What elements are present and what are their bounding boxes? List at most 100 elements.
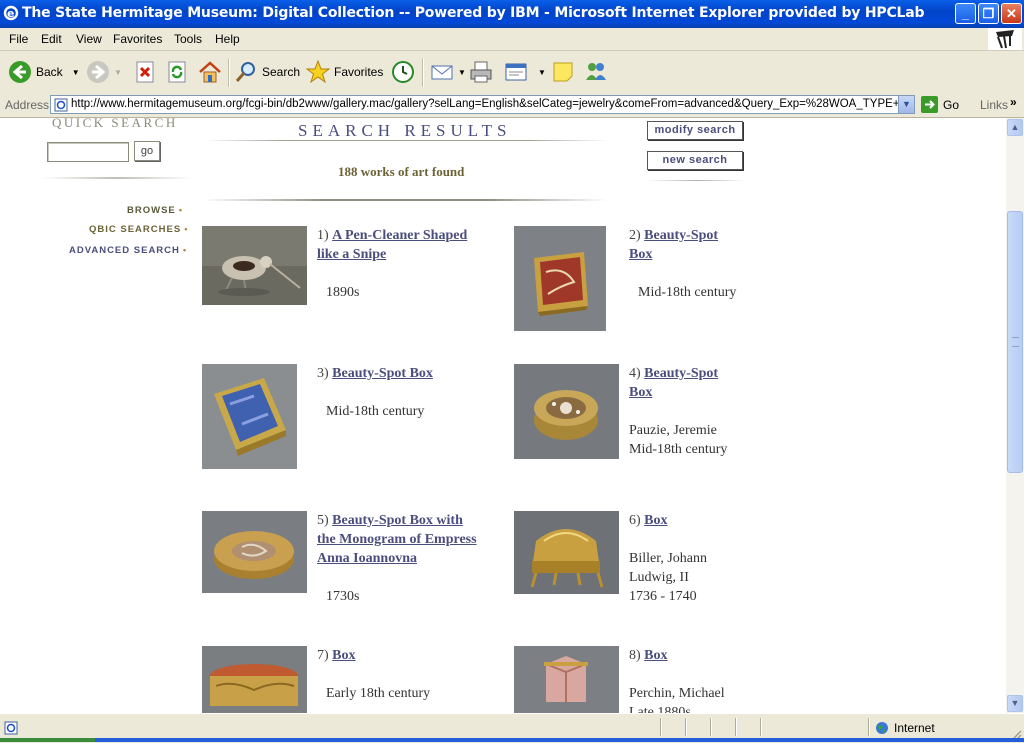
ie-logo-icon: e [3, 5, 19, 21]
result-date: 1736 - 1740 [629, 589, 697, 604]
go-button[interactable]: Go [921, 96, 959, 113]
search-icon [235, 62, 255, 82]
result-title-link[interactable]: Beauty-Spot Box with the Monogram of Emp… [317, 513, 477, 566]
forward-dropdown-icon[interactable]: ▼ [114, 68, 122, 77]
mail-button[interactable]: ▼ [430, 59, 466, 85]
result-number: 1) [317, 228, 329, 243]
back-label: Back [36, 65, 63, 79]
result-title-link[interactable]: Box [644, 513, 667, 528]
minimize-button[interactable]: _ [955, 3, 976, 24]
quick-search-go-button[interactable]: go [134, 141, 160, 161]
discuss-button[interactable] [551, 59, 579, 85]
address-url: http://www.hermitagemuseum.org/fcgi-bin/… [71, 98, 915, 110]
status-divider [735, 718, 737, 736]
result-title-link[interactable]: Beauty-Spot Box [629, 228, 718, 262]
address-input[interactable]: http://www.hermitagemuseum.org/fcgi-bin/… [50, 95, 915, 114]
print-button[interactable] [469, 59, 497, 85]
result-thumbnail-beauty-spot-box-2[interactable] [514, 226, 606, 331]
refresh-icon [168, 61, 186, 83]
result-title-link[interactable]: Beauty-Spot Box [629, 366, 718, 400]
messenger-button[interactable] [584, 59, 612, 85]
security-zone[interactable]: Internet [875, 721, 935, 735]
result-item-6: 6) Box Biller, Johann Ludwig, II 1736 - … [629, 511, 739, 606]
address-label: Address [5, 98, 50, 112]
sticky-note-icon [553, 62, 573, 82]
result-thumbnail-box-6[interactable] [514, 511, 619, 594]
results-count: 188 works of art found [338, 164, 465, 179]
result-thumbnail-box-8[interactable] [514, 646, 619, 713]
edit-button[interactable]: ▼ [504, 59, 546, 85]
result-title-link[interactable]: Beauty-Spot Box [332, 366, 433, 381]
nav-qbic-label: QBIC SEARCHES [89, 224, 182, 235]
result-thumbnail-beauty-spot-box-5[interactable] [202, 511, 307, 593]
menu-file[interactable]: File [9, 32, 28, 46]
result-title-link[interactable]: Box [644, 648, 667, 663]
scroll-thumb[interactable] [1007, 211, 1023, 473]
scroll-up-button[interactable]: ▲ [1007, 119, 1023, 136]
mail-dropdown-icon[interactable]: ▼ [458, 68, 466, 77]
menu-help[interactable]: Help [215, 32, 240, 46]
print-icon [470, 61, 492, 83]
result-item-1: 1) A Pen-Cleaner Shaped like a Snipe 189… [317, 226, 477, 302]
close-button[interactable]: ✕ [1001, 3, 1022, 24]
result-thumbnail-snipe[interactable] [202, 226, 307, 305]
result-number: 5) [317, 513, 329, 528]
favorites-label: Favorites [334, 65, 384, 79]
history-button[interactable] [391, 59, 419, 85]
scroll-down-button[interactable]: ▼ [1007, 695, 1023, 712]
home-button[interactable] [198, 59, 226, 85]
menu-edit[interactable]: Edit [41, 32, 62, 46]
status-divider [710, 718, 712, 736]
links-label[interactable]: Links [980, 98, 1008, 112]
search-button[interactable]: Search [234, 59, 300, 85]
stop-button[interactable] [134, 59, 162, 85]
result-number: 2) [629, 228, 641, 243]
nav-browse[interactable]: BROWSE • [127, 205, 183, 216]
toolbar: Back ▼ ▼ Search Favorites ▼ ▼ [0, 51, 1024, 94]
sidebar-divider [42, 177, 192, 179]
bullet-icon: • [178, 205, 184, 216]
links-chevron-icon[interactable]: » [1010, 95, 1017, 109]
quick-search-input[interactable] [47, 142, 129, 162]
vertical-scrollbar[interactable]: ▲ ▼ [1006, 118, 1024, 713]
actions-divider [647, 180, 747, 181]
result-date: Mid-18th century [629, 442, 728, 457]
menu-favorites[interactable]: Favorites [113, 32, 162, 46]
page-title: SEARCH RESULTS [298, 121, 512, 140]
forward-button[interactable]: ▼ [86, 59, 122, 85]
result-thumbnail-box-7[interactable] [202, 646, 307, 713]
stop-icon [136, 61, 154, 83]
result-thumbnail-beauty-spot-box-3[interactable] [202, 364, 297, 469]
result-item-7: 7) Box Early 18th century [317, 646, 477, 703]
result-title-link[interactable]: A Pen-Cleaner Shaped like a Snipe [317, 228, 467, 262]
new-search-button[interactable]: new search [647, 151, 743, 170]
messenger-icon [586, 63, 606, 80]
result-item-8: 8) Box Perchin, Michael Late 1880s [629, 646, 739, 713]
menu-tools[interactable]: Tools [174, 32, 202, 46]
modify-search-button[interactable]: modify search [647, 121, 743, 140]
restore-button[interactable]: ❐ [978, 3, 999, 24]
refresh-button[interactable] [166, 59, 194, 85]
edit-dropdown-icon[interactable]: ▼ [538, 68, 546, 77]
favorites-button[interactable]: Favorites [306, 59, 383, 85]
results-divider [203, 199, 608, 201]
title-bar[interactable]: e The State Hermitage Museum: Digital Co… [0, 0, 1024, 28]
back-button[interactable]: Back ▼ [8, 59, 80, 85]
edit-page-icon [505, 63, 527, 81]
result-artist: Pauzie, Jeremie [629, 423, 717, 438]
result-title-link[interactable]: Box [332, 648, 355, 663]
status-divider [660, 718, 662, 736]
result-thumbnail-beauty-spot-box-4[interactable] [514, 364, 619, 459]
nav-qbic-searches[interactable]: QBIC SEARCHES • [89, 224, 189, 235]
result-date: Mid-18th century [638, 285, 737, 300]
back-dropdown-icon[interactable]: ▼ [72, 68, 80, 77]
internet-globe-icon [876, 722, 888, 734]
menu-view[interactable]: View [76, 32, 102, 46]
result-number: 4) [629, 366, 641, 381]
nav-advanced-search[interactable]: ADVANCED SEARCH • [69, 245, 187, 256]
security-zone-label: Internet [894, 721, 935, 735]
heading-divider [203, 140, 608, 141]
address-dropdown-icon[interactable]: ▼ [898, 96, 914, 113]
result-number: 6) [629, 513, 641, 528]
scroll-grip-icon [1012, 337, 1019, 347]
